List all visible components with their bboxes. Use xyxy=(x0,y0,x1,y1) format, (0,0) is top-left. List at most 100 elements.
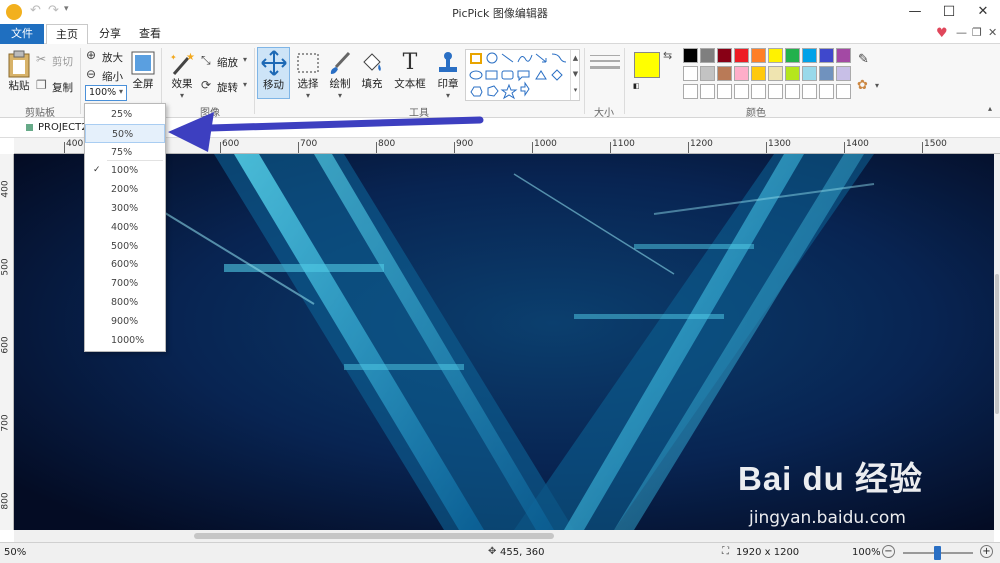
eyedropper-icon[interactable]: ✎ xyxy=(858,52,869,67)
draw-tool-button[interactable]: 绘制 ▾ xyxy=(325,50,355,100)
color-swatch[interactable] xyxy=(734,84,749,99)
fill-tool-button[interactable]: 填充 xyxy=(357,50,387,100)
color-swatch[interactable] xyxy=(683,84,698,99)
color-swatch[interactable] xyxy=(802,84,817,99)
color-swatch[interactable] xyxy=(819,48,834,63)
textbox-tool-button[interactable]: T 文本框 xyxy=(391,50,429,100)
fullscreen-button[interactable]: 全屏 xyxy=(129,50,157,96)
minimize-button[interactable]: — xyxy=(898,0,932,24)
zoom-level: 100% xyxy=(852,547,881,558)
color-swatch[interactable] xyxy=(768,84,783,99)
zoom-in-label: 放大 xyxy=(102,52,123,64)
line-width-button[interactable] xyxy=(590,52,620,76)
zoom-slider-thumb[interactable] xyxy=(934,546,941,560)
color-swatch[interactable] xyxy=(700,84,715,99)
color-swatch[interactable] xyxy=(785,84,800,99)
effects-button[interactable]: ★ ✦ 效果 ▾ xyxy=(166,50,198,100)
tab-home[interactable]: 主页 xyxy=(46,24,88,44)
zoom-select[interactable]: 100% ▾ xyxy=(85,85,127,101)
maximize-button[interactable]: ☐ xyxy=(932,0,966,24)
color-swatch[interactable] xyxy=(768,66,783,81)
zoom-in-icon[interactable]: + xyxy=(980,545,993,558)
cursor-position-icon: ✥ xyxy=(488,546,497,557)
ruler-label: 1000 xyxy=(534,139,557,149)
heart-icon[interactable]: ♥ xyxy=(936,26,948,41)
color-swatch[interactable] xyxy=(734,66,749,81)
swap-colors-icon[interactable]: ⇆ xyxy=(663,49,672,62)
document-tab[interactable]: PROJECT20 xyxy=(24,118,94,138)
zoom-option-50[interactable]: 50% xyxy=(85,123,165,143)
paste-button[interactable]: 粘贴 xyxy=(4,50,34,100)
color-swatch[interactable] xyxy=(700,48,715,63)
color-swatch[interactable] xyxy=(785,48,800,63)
color-swatch[interactable] xyxy=(734,48,749,63)
vertical-scroll-thumb[interactable] xyxy=(995,274,999,414)
color-swatch[interactable] xyxy=(751,48,766,63)
ribbon-collapse-icon[interactable]: ▴ xyxy=(988,104,992,113)
svg-text:★: ★ xyxy=(186,52,195,63)
zoom-option-700[interactable]: 700% xyxy=(85,274,165,293)
color-swatch[interactable] xyxy=(819,66,834,81)
color-swatch[interactable] xyxy=(751,66,766,81)
tab-view[interactable]: 查看 xyxy=(130,24,170,44)
ruler-label: 400 xyxy=(0,180,11,198)
zoom-option-400[interactable]: 400% xyxy=(85,218,165,237)
zoom-option-200[interactable]: 200% xyxy=(85,180,165,199)
color-swatch[interactable] xyxy=(700,66,715,81)
tab-file[interactable]: 文件 xyxy=(0,24,44,44)
ruler-label: 1400 xyxy=(846,139,869,149)
color-swatch[interactable] xyxy=(802,66,817,81)
ruler-tick xyxy=(64,142,65,153)
reset-colors-icon[interactable]: ◧ xyxy=(633,82,640,90)
zoom-option-600[interactable]: 600% xyxy=(85,255,165,274)
zoom-option-800[interactable]: 800% xyxy=(85,293,165,312)
stamp-chevron-icon: ▾ xyxy=(445,91,450,100)
magnifier-minus-icon: ⊖ xyxy=(86,67,97,81)
move-tool-button[interactable]: 移动 xyxy=(257,47,290,99)
color-swatch[interactable] xyxy=(836,48,851,63)
horizontal-scroll-thumb[interactable] xyxy=(194,533,554,539)
zoom-in-button[interactable]: ⊕ 放大 xyxy=(86,48,126,65)
color-swatch[interactable] xyxy=(717,66,732,81)
zoom-option-75[interactable]: 75% xyxy=(85,143,165,162)
close-button[interactable]: ✕ xyxy=(966,0,1000,24)
zoom-option-25[interactable]: 25% xyxy=(85,105,165,124)
color-swatch[interactable] xyxy=(768,48,783,63)
shapes-gallery[interactable]: ▲ ▼ ▾ xyxy=(465,49,580,101)
shapes-scroll-icon[interactable]: ▲ ▼ ▾ xyxy=(570,50,580,100)
color-swatch[interactable] xyxy=(836,84,851,99)
resize-button[interactable]: ⤡ 缩放 ▾ xyxy=(201,53,253,70)
ribbon-close-icon[interactable]: ✕ xyxy=(988,26,997,39)
color-swatch[interactable] xyxy=(751,84,766,99)
rotate-button[interactable]: ⟳ 旋转 ▾ xyxy=(201,78,253,95)
color-swatch[interactable] xyxy=(836,66,851,81)
zoom-option-900[interactable]: 900% xyxy=(85,312,165,331)
color-swatch[interactable] xyxy=(785,66,800,81)
primary-color-swatch[interactable] xyxy=(634,52,660,78)
select-tool-button[interactable]: 选择 ▾ xyxy=(293,50,323,100)
color-wheel-icon[interactable]: ✿ xyxy=(857,78,868,93)
zoom-option-500[interactable]: 500% xyxy=(85,237,165,256)
copy-button[interactable]: ❐ 复制 xyxy=(36,78,76,95)
color-swatch[interactable] xyxy=(717,84,732,99)
stamp-tool-button[interactable]: 印章 ▾ xyxy=(433,50,463,100)
zoom-option-label: 700% xyxy=(111,278,139,290)
color-swatch[interactable] xyxy=(819,84,834,99)
tab-share[interactable]: 分享 xyxy=(90,24,130,44)
ribbon-restore-icon[interactable]: ❐ xyxy=(972,26,982,39)
color-swatch[interactable] xyxy=(717,48,732,63)
horizontal-scrollbar[interactable] xyxy=(14,530,994,542)
cut-button[interactable]: ✂ 剪切 xyxy=(36,52,76,69)
chevron-down-icon[interactable]: ▾ xyxy=(875,81,879,90)
zoom-out-icon[interactable]: − xyxy=(882,545,895,558)
ribbon-minimize-icon[interactable]: — xyxy=(956,26,967,39)
zoom-out-button[interactable]: ⊖ 缩小 xyxy=(86,67,126,84)
color-swatch[interactable] xyxy=(683,66,698,81)
zoom-option-300[interactable]: 300% xyxy=(85,199,165,218)
color-swatch[interactable] xyxy=(683,48,698,63)
zoom-option-1000[interactable]: 1000% xyxy=(85,331,165,350)
color-swatch[interactable] xyxy=(802,48,817,63)
zoom-option-100[interactable]: ✓ 100% xyxy=(85,160,165,180)
status-bar: 50% ✥ 455, 360 ⛶ 1920 x 1200 100% − + xyxy=(0,542,1000,563)
vertical-scrollbar[interactable] xyxy=(994,154,1000,530)
